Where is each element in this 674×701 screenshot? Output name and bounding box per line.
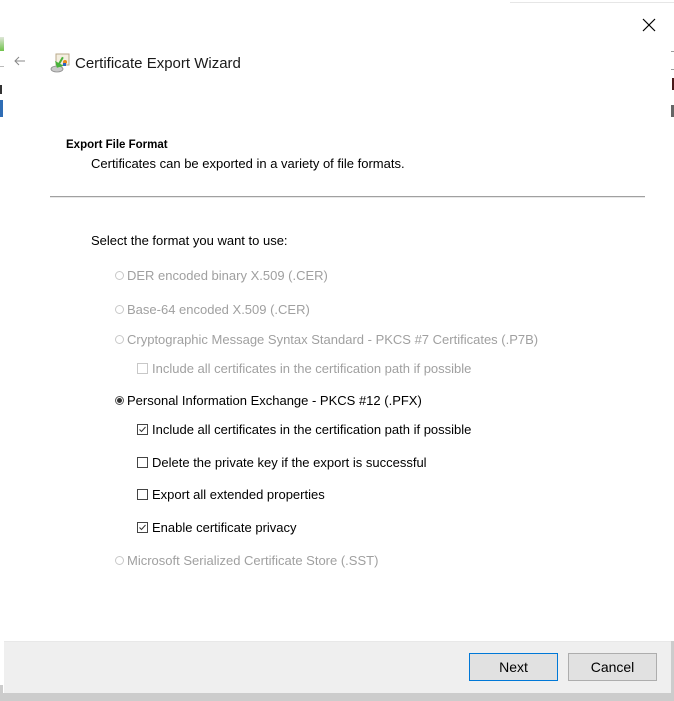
radio-button-icon[interactable] bbox=[115, 555, 124, 565]
checkbox-icon[interactable] bbox=[137, 488, 148, 500]
radio-der-encoded[interactable]: DER encoded binary X.509 (.CER) bbox=[115, 266, 328, 284]
radio-base64-encoded[interactable]: Base-64 encoded X.509 (.CER) bbox=[115, 300, 310, 318]
radio-pkcs7[interactable]: Cryptographic Message Syntax Standard - … bbox=[115, 330, 538, 348]
close-button[interactable] bbox=[638, 14, 660, 36]
certificate-export-icon bbox=[49, 52, 71, 74]
header-separator bbox=[50, 196, 645, 198]
checkbox-icon[interactable] bbox=[137, 456, 148, 468]
radio-button-icon[interactable] bbox=[115, 270, 124, 280]
window-shadow bbox=[0, 693, 674, 701]
option-label: Include all certificates in the certific… bbox=[152, 360, 472, 376]
option-label: Delete the private key if the export is … bbox=[152, 454, 427, 470]
option-label: Microsoft Serialized Certificate Store (… bbox=[127, 552, 379, 568]
wizard-title: Certificate Export Wizard bbox=[75, 55, 241, 72]
back-arrow-icon bbox=[13, 55, 27, 71]
checkbox-pkcs7-include-all-certificates[interactable]: Include all certificates in the certific… bbox=[137, 359, 471, 377]
checkbox-checked-icon[interactable] bbox=[137, 423, 148, 435]
section-title: Export File Format bbox=[66, 139, 168, 151]
option-label: Export all extended properties bbox=[152, 486, 325, 502]
checkbox-export-extended-properties[interactable]: Export all extended properties bbox=[137, 485, 325, 503]
option-label: DER encoded binary X.509 (.CER) bbox=[127, 267, 328, 283]
option-label: Cryptographic Message Syntax Standard - … bbox=[127, 331, 539, 347]
option-label: Include all certificates in the certific… bbox=[152, 421, 472, 437]
background-window-fragment bbox=[0, 66, 4, 67]
certificate-export-wizard-dialog: Certificate Export Wizard Export File Fo… bbox=[0, 0, 674, 701]
background-window-fragment bbox=[0, 85, 2, 94]
cancel-button[interactable]: Cancel bbox=[568, 653, 657, 681]
option-label: Base-64 encoded X.509 (.CER) bbox=[127, 301, 310, 317]
checkbox-checked-icon[interactable] bbox=[137, 521, 148, 533]
background-window-icon bbox=[0, 37, 4, 51]
window-shadow bbox=[0, 685, 3, 693]
next-button[interactable]: Next bbox=[469, 653, 558, 681]
section-description: Certificates can be exported in a variet… bbox=[91, 156, 405, 171]
checkbox-icon[interactable] bbox=[137, 362, 148, 374]
checkbox-delete-private-key[interactable]: Delete the private key if the export is … bbox=[137, 453, 427, 471]
background-window-fragment bbox=[0, 100, 3, 117]
close-icon bbox=[638, 14, 660, 36]
checkbox-enable-certificate-privacy[interactable]: Enable certificate privacy bbox=[137, 518, 297, 536]
radio-button-icon[interactable] bbox=[115, 334, 124, 344]
radio-serialized-store-sst[interactable]: Microsoft Serialized Certificate Store (… bbox=[115, 551, 378, 569]
format-prompt: Select the format you want to use: bbox=[91, 233, 288, 248]
checkbox-pfx-include-all-certificates[interactable]: Include all certificates in the certific… bbox=[137, 420, 471, 438]
background-window-edge bbox=[510, 2, 674, 3]
option-label: Personal Information Exchange - PKCS #12… bbox=[127, 392, 422, 408]
back-button[interactable] bbox=[12, 54, 28, 70]
radio-pkcs12-pfx[interactable]: Personal Information Exchange - PKCS #12… bbox=[115, 391, 422, 409]
radio-button-icon[interactable] bbox=[115, 304, 124, 314]
option-label: Enable certificate privacy bbox=[152, 519, 297, 535]
radio-button-selected-icon[interactable] bbox=[115, 395, 124, 405]
